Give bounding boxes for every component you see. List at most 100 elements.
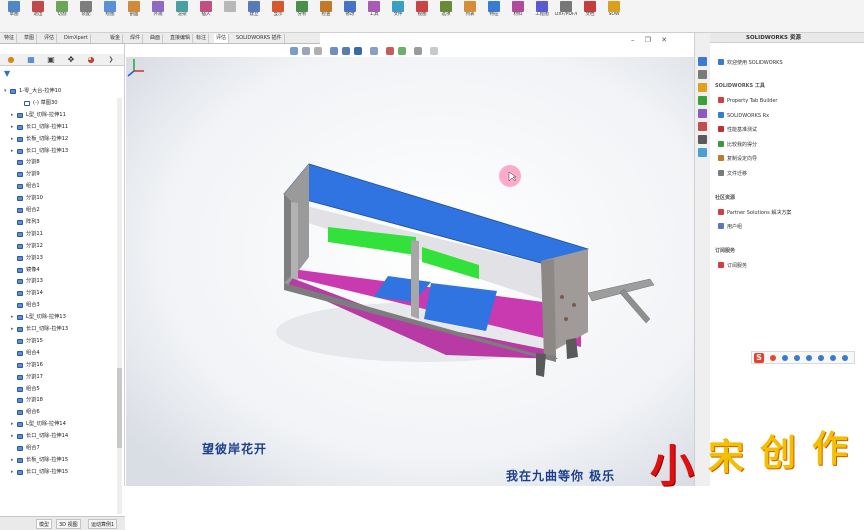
ime-voice-icon[interactable]	[806, 355, 812, 361]
expand-arrow-icon[interactable]: ▸	[11, 135, 15, 144]
appearances-icon[interactable]	[698, 109, 707, 118]
expand-arrow-icon[interactable]: ▸	[11, 313, 15, 322]
scrollbar-thumb[interactable]	[117, 368, 122, 448]
display-manager-tab-icon[interactable]: ◕	[82, 55, 100, 65]
tree-item[interactable]: 分割14	[0, 289, 118, 298]
ime-keyboard-icon[interactable]	[818, 355, 824, 361]
tree-item[interactable]: 组合3	[0, 301, 118, 310]
feature-manager-tab-icon[interactable]: ●	[2, 55, 20, 65]
tab-5[interactable]: 焊件	[128, 34, 144, 43]
ribbon-button-22[interactable]: 工程图	[531, 1, 553, 32]
view-palette-icon[interactable]	[698, 96, 707, 105]
tab-2[interactable]: 评估	[42, 34, 58, 43]
ime-toolbox-icon[interactable]	[842, 355, 848, 361]
tab-4[interactable]: 钣金	[108, 34, 124, 43]
view-settings-icon[interactable]	[414, 47, 422, 55]
tab-9[interactable]: 评估	[214, 34, 230, 43]
tree-scrollbar[interactable]	[117, 98, 122, 514]
previous-view-icon[interactable]	[314, 47, 322, 55]
tools-link[interactable]: Property Tab Builder	[718, 97, 777, 105]
expand-arrow-icon[interactable]: ▸	[11, 420, 15, 429]
expand-arrow-icon[interactable]: ▸	[11, 456, 15, 465]
expand-arrow-icon[interactable]: ▸	[11, 147, 15, 156]
expand-arrow-icon[interactable]: ▸	[11, 468, 15, 477]
ribbon-button-7[interactable]: 渲染	[171, 1, 193, 32]
ribbon-button-14[interactable]: 修改	[339, 1, 361, 32]
ribbon-button-17[interactable]: 视图	[411, 1, 433, 32]
tree-item[interactable]: 组合4	[0, 349, 118, 358]
tree-item[interactable]: ▸ L型_切除-拉伸13	[0, 313, 118, 322]
services-link[interactable]: 订阅服务	[718, 262, 747, 270]
sogou-ime-icon[interactable]: S	[754, 353, 764, 363]
display-style-icon[interactable]	[354, 47, 362, 55]
tools-link[interactable]: 性能基准测试	[718, 126, 757, 134]
tree-item[interactable]: 组合2	[0, 206, 118, 215]
ribbon-button-13[interactable]: 检查	[315, 1, 337, 32]
tools-link[interactable]: 比较我的得分	[718, 140, 757, 149]
file-explorer-icon[interactable]	[698, 83, 707, 92]
hide-show-items-icon[interactable]	[370, 47, 378, 55]
tree-item[interactable]: ▸ 长口_切除-拉伸14	[0, 432, 118, 441]
ribbon-button-9[interactable]	[219, 1, 241, 32]
ribbon-button-8[interactable]: 插入	[195, 1, 217, 32]
expand-arrow-icon[interactable]: ▸	[11, 123, 15, 132]
welcome-link[interactable]: 欢迎使用 SOLIDWORKS	[718, 59, 783, 67]
solidworks-forum-icon[interactable]	[698, 148, 707, 157]
tree-item[interactable]: 分割9	[0, 170, 118, 179]
expand-arrow-icon[interactable]: ▸	[11, 111, 15, 120]
ribbon-button-12[interactable]: 分析	[291, 1, 313, 32]
tree-item[interactable]: ▸ 长板_切除-拉伸15	[0, 456, 118, 465]
tree-item[interactable]: (-) 草图30	[0, 99, 118, 108]
tree-item[interactable]: 分割15	[0, 337, 118, 346]
bottom-tab-0[interactable]: 模型	[36, 519, 53, 529]
ribbon-button-15[interactable]: 工具	[363, 1, 385, 32]
tree-item[interactable]: ▸ 长口_切除-拉伸13	[0, 147, 118, 156]
tree-item[interactable]: 组合5	[0, 385, 118, 394]
tree-item[interactable]: 分割13	[0, 254, 118, 263]
ribbon-button-4[interactable]: 绘图	[99, 1, 121, 32]
bottom-tab-1[interactable]: 3D 视图	[56, 519, 81, 529]
ribbon-button-25[interactable]: SOW	[603, 1, 625, 32]
expand-panel-icon[interactable]: ❯	[102, 55, 120, 65]
tab-10[interactable]: SOLIDWORKS 插件	[234, 34, 285, 43]
custom-properties-icon[interactable]	[698, 122, 707, 131]
graphics-viewport[interactable]: – ❐ ✕ 望彼岸花开 我在九曲等你 极乐	[126, 36, 694, 486]
community-link[interactable]: 用户组	[718, 223, 742, 231]
tree-item[interactable]: 阵列3	[0, 218, 118, 227]
tree-item[interactable]: 分割17	[0, 373, 118, 382]
tab-3[interactable]: DimXpert	[62, 34, 91, 43]
input-method-toolbar[interactable]: S	[751, 351, 855, 364]
ribbon-button-2[interactable]: 切割	[51, 1, 73, 32]
tree-item[interactable]: ▸ 长板_切除-拉伸12	[0, 135, 118, 144]
tools-link[interactable]: SOLIDWORKS Rx	[718, 111, 769, 120]
tree-item[interactable]: 分割8	[0, 158, 118, 167]
pin-icon[interactable]	[698, 135, 707, 144]
tab-0[interactable]: 特征	[2, 34, 18, 43]
tab-7[interactable]: 直接编辑	[168, 34, 194, 43]
tree-item[interactable]: 分割10	[0, 194, 118, 203]
tree-item[interactable]: 镜像4	[0, 266, 118, 275]
zoom-to-fit-icon[interactable]	[290, 47, 298, 55]
ribbon-button-21[interactable]: 材料	[507, 1, 529, 32]
ribbon-button-16[interactable]: 文件	[387, 1, 409, 32]
ribbon-button-19[interactable]: 列表	[459, 1, 481, 32]
solidworks-resources-icon[interactable]	[698, 57, 707, 66]
tab-8[interactable]: 标注	[194, 34, 210, 43]
ribbon-button-1[interactable]: 退出	[27, 1, 49, 32]
tools-link[interactable]: 文件迁移	[718, 169, 747, 178]
close-icon[interactable]: ✕	[661, 36, 667, 44]
tree-item[interactable]: 分割18	[0, 396, 118, 405]
filter-icon[interactable]: ▼	[4, 69, 10, 78]
ime-emoji-icon[interactable]	[794, 355, 800, 361]
ribbon-button-24[interactable]: 文档	[579, 1, 601, 32]
ribbon-button-20[interactable]: 特征	[483, 1, 505, 32]
ime-chinese-icon[interactable]	[770, 355, 776, 361]
tab-6[interactable]: 曲面	[148, 34, 164, 43]
tab-1[interactable]: 草图	[22, 34, 38, 43]
expand-arrow-icon[interactable]: ▾	[4, 87, 8, 96]
property-manager-tab-icon[interactable]: ▦	[22, 55, 40, 65]
tree-item[interactable]: ▸ L型_切除-拉伸11	[0, 111, 118, 120]
expand-arrow-icon[interactable]: ▸	[11, 325, 15, 334]
ribbon-button-0[interactable]: 草图	[3, 1, 25, 32]
tree-item[interactable]: 组合7	[0, 444, 118, 453]
